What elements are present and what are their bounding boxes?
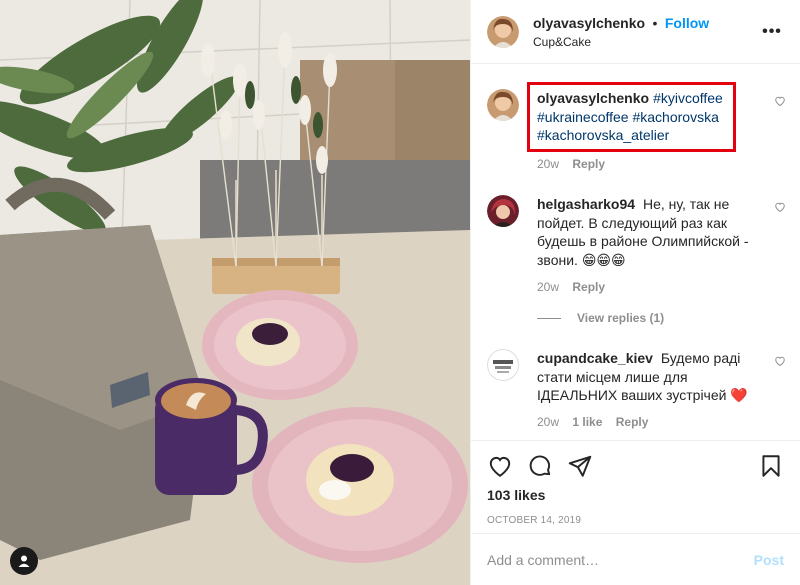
heart-icon[interactable] (774, 201, 786, 213)
likes-count[interactable]: 103 likes (487, 487, 784, 503)
commenter-avatar[interactable] (487, 195, 519, 227)
post-date: OCTOBER 14, 2019 (487, 515, 582, 526)
action-icons-row (487, 451, 784, 481)
comment-text: helgasharko94 Не, ну, так не пойдет. В с… (537, 195, 760, 269)
author-username[interactable]: olyavasylchenko (533, 15, 645, 31)
commenter-avatar[interactable] (487, 349, 519, 381)
add-comment-bar: Post (471, 533, 800, 585)
commenter-username[interactable]: helgasharko94 (537, 196, 635, 212)
heart-icon[interactable] (487, 453, 513, 479)
more-options-button[interactable]: ••• (760, 23, 784, 41)
caption-highlight-box (527, 82, 736, 152)
comment-meta: 20w Reply (537, 280, 615, 294)
reply-button[interactable]: Reply (572, 280, 605, 294)
paper-plane-icon[interactable] (567, 453, 593, 479)
author-avatar[interactable] (487, 15, 519, 48)
caption-meta: 20w Reply (537, 157, 615, 171)
reply-button[interactable]: Reply (572, 157, 605, 171)
cafe-table-photo (0, 0, 470, 585)
comment-age: 20w (537, 415, 560, 429)
comment-likes[interactable]: 1 like (572, 415, 602, 429)
heart-icon[interactable] (774, 355, 786, 367)
bookmark-icon[interactable] (758, 453, 784, 479)
caption-avatar[interactable] (487, 89, 519, 121)
user-tags-button[interactable] (10, 547, 38, 575)
comment-input[interactable] (487, 551, 754, 568)
location-link[interactable]: Cup&Cake (533, 35, 760, 49)
view-replies-button[interactable]: View replies (1) (537, 311, 664, 325)
post-actions: 103 likes OCTOBER 14, 2019 (471, 440, 800, 526)
reply-button[interactable]: Reply (616, 415, 649, 429)
comment-bubble-icon[interactable] (527, 453, 553, 479)
post-comment-button[interactable]: Post (754, 552, 784, 568)
commenter-username[interactable]: cupandcake_kiev (537, 350, 653, 366)
comment-cupandcake-kiev: cupandcake_kiev Будемо раді стати місцем… (487, 349, 786, 439)
author-info: olyavasylchenko • Follow Cup&Cake (533, 15, 760, 49)
replies-divider-line (537, 317, 561, 319)
comment-age: 20w (537, 280, 560, 294)
view-replies-label: View replies (1) (577, 311, 665, 325)
caption-age: 20w (537, 157, 560, 171)
user-icon (18, 555, 30, 567)
post-header: olyavasylchenko • Follow Cup&Cake ••• (471, 0, 800, 64)
follow-button[interactable]: Follow (665, 15, 709, 31)
separator-dot: • (652, 14, 658, 31)
heart-icon[interactable] (774, 95, 786, 107)
comment-meta: 20w 1 like Reply (537, 415, 658, 429)
comment-text: cupandcake_kiev Будемо раді стати місцем… (537, 349, 760, 405)
post-photo[interactable] (0, 0, 470, 585)
